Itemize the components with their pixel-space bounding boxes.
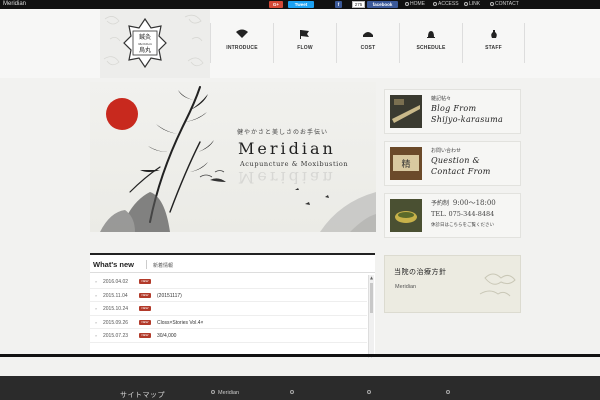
topnav-link[interactable]: LINK	[464, 0, 480, 9]
header: 鍼灸 Meridian 烏丸 INTRODUCE FLOW COST SCHED…	[0, 9, 600, 78]
news-date: 2015.09.26	[103, 319, 129, 326]
visual-title-reflection: Meridian	[238, 168, 336, 187]
comb-icon	[363, 32, 373, 37]
whats-new-panel: What's new 新着情報 » 2016.04.02 NEW » 2015.…	[90, 253, 375, 358]
main-visual: 健やかさと美しさのお手伝い Meridian Acupuncture & Mox…	[90, 82, 376, 232]
visual-title: Meridian	[238, 139, 336, 158]
news-item[interactable]: » 2015.07.23 NEW 30/4,000	[90, 329, 367, 343]
circle-bullet-icon	[211, 390, 215, 394]
news-scrollbar[interactable]: ▲ ▼	[368, 275, 374, 358]
new-badge: NEW	[139, 279, 151, 284]
gnav-flow[interactable]: FLOW	[273, 23, 336, 63]
news-item[interactable]: » 2015.11.04 NEW (20151117)	[90, 289, 367, 302]
new-badge: NEW	[139, 333, 151, 338]
wooden-sign-thumbnail: 精	[390, 147, 422, 180]
red-sun-icon	[106, 98, 138, 130]
gnav-staff[interactable]: STAFF	[462, 23, 525, 63]
facebook-like-button[interactable]: facebook	[367, 1, 398, 8]
circle-bullet-icon	[367, 390, 371, 394]
blog-banner-title-line1: Blog From	[431, 104, 477, 113]
circle-bullet-icon	[405, 1, 409, 6]
logo-top-text: 鍼灸	[139, 33, 151, 41]
reservation-tel[interactable]: TEL. 075-344-8484	[431, 210, 494, 218]
reservation-label: 予約制 9:00～18:00	[431, 199, 496, 207]
treatment-policy-card[interactable]: 当院の治療方針 Meridian	[384, 255, 521, 313]
svg-text:精: 精	[401, 158, 410, 170]
footer-link[interactable]	[446, 390, 453, 396]
site-name: Meridian	[3, 1, 27, 7]
circle-bullet-icon	[433, 1, 437, 6]
facebook-share-button[interactable]: f	[335, 1, 342, 8]
footer: サイトマップ Meridian	[0, 376, 600, 400]
news-list: » 2016.04.02 NEW » 2015.11.04 NEW (20151…	[90, 275, 367, 343]
circle-bullet-icon	[446, 390, 450, 394]
visual-subtitle: Acupuncture & Moxibustion	[240, 160, 349, 168]
blog-banner[interactable]: 雑記帖々 Blog From Shijyo-karasuma	[384, 89, 521, 134]
policy-title: 当院の治療方針	[394, 268, 447, 276]
chevron-right-icon: »	[95, 306, 98, 311]
vase-icon	[490, 30, 497, 38]
contact-banner-label: お問い合わせ	[431, 148, 462, 154]
gnav-schedule[interactable]: SCHEDULE	[399, 23, 462, 63]
calligraphy-brush-thumbnail	[390, 95, 422, 128]
tweet-button[interactable]: Tweet	[288, 1, 314, 8]
circle-bullet-icon	[490, 1, 494, 6]
black-divider	[0, 354, 600, 357]
divider	[146, 260, 147, 269]
reservation-note[interactable]: 休診日はこちらをご覧ください	[431, 222, 494, 228]
logo-bottom-text: 烏丸	[139, 46, 151, 54]
visual-tagline: 健やかさと美しさのお手伝い	[237, 129, 329, 136]
news-date: 2016.04.02	[103, 279, 129, 285]
flag-icon	[300, 30, 309, 39]
google-plus-button[interactable]: G+	[269, 1, 283, 8]
news-date: 2015.07.23	[103, 333, 129, 339]
news-item[interactable]: » 2015.10.24 NEW	[90, 302, 367, 316]
logo-middle-text: Meridian	[137, 42, 152, 46]
contact-banner-title-line1: Question &	[431, 156, 480, 165]
gnav-cost[interactable]: COST	[336, 23, 399, 63]
whats-new-header: What's new 新着情報	[90, 255, 375, 273]
circle-bullet-icon	[464, 1, 468, 6]
sitemap-heading: サイトマップ	[120, 391, 165, 399]
top-bar: Meridian G+ Tweet f 275 facebook HOME AC…	[0, 0, 600, 9]
meridian-logo[interactable]: 鍼灸 Meridian 烏丸	[123, 18, 167, 68]
news-date: 2015.11.04	[103, 292, 128, 299]
footer-link[interactable]	[367, 390, 374, 396]
chevron-right-icon: »	[95, 292, 98, 298]
scrollbar-thumb[interactable]	[370, 283, 373, 313]
topnav-contact[interactable]: CONTACT	[490, 0, 519, 9]
bell-icon	[427, 31, 435, 38]
news-item[interactable]: » 2015.09.26 NEW Closs×Stories Vol.4×	[90, 316, 367, 329]
fan-icon	[236, 29, 248, 38]
new-badge: NEW	[139, 319, 151, 325]
chevron-right-icon: »	[95, 279, 98, 284]
news-text[interactable]: (20151117)	[157, 293, 182, 299]
facebook-share-count: 275	[352, 1, 365, 8]
blog-banner-title-line2: Shijyo-karasuma	[431, 115, 504, 124]
topnav-home[interactable]: HOME	[405, 0, 425, 9]
news-text[interactable]: 30/4,000	[157, 333, 176, 339]
chevron-right-icon: »	[95, 333, 98, 338]
tea-bowl-thumbnail	[390, 199, 422, 232]
footer-link[interactable]	[290, 390, 297, 396]
reservation-banner[interactable]: 予約制 9:00～18:00 TEL. 075-344-8484 休診日はこちら…	[384, 193, 521, 238]
blog-banner-label: 雑記帖々	[431, 96, 452, 102]
reservation-hours: 9:00～18:00	[452, 199, 496, 207]
new-badge: NEW	[139, 306, 151, 311]
whats-new-subtitle: 新着情報	[153, 263, 174, 269]
gnav-introduce[interactable]: INTRODUCE	[210, 23, 273, 63]
scroll-up-icon[interactable]: ▲	[369, 275, 374, 280]
news-item[interactable]: » 2016.04.02 NEW	[90, 275, 367, 289]
policy-subtitle: Meridian	[395, 284, 417, 290]
news-date: 2015.10.24	[103, 306, 129, 312]
chevron-right-icon: »	[95, 319, 98, 325]
contact-banner-title-line2: Contact From	[431, 167, 491, 176]
news-text[interactable]: Closs×Stories Vol.4×	[157, 320, 203, 326]
contact-banner[interactable]: 精 お問い合わせ Question & Contact From	[384, 141, 521, 186]
circle-bullet-icon	[290, 390, 294, 394]
new-badge: NEW	[139, 292, 151, 298]
topnav-access[interactable]: ACCESS	[433, 0, 459, 9]
footer-link-meridian[interactable]: Meridian	[211, 390, 239, 396]
whats-new-title: What's new	[93, 260, 134, 269]
